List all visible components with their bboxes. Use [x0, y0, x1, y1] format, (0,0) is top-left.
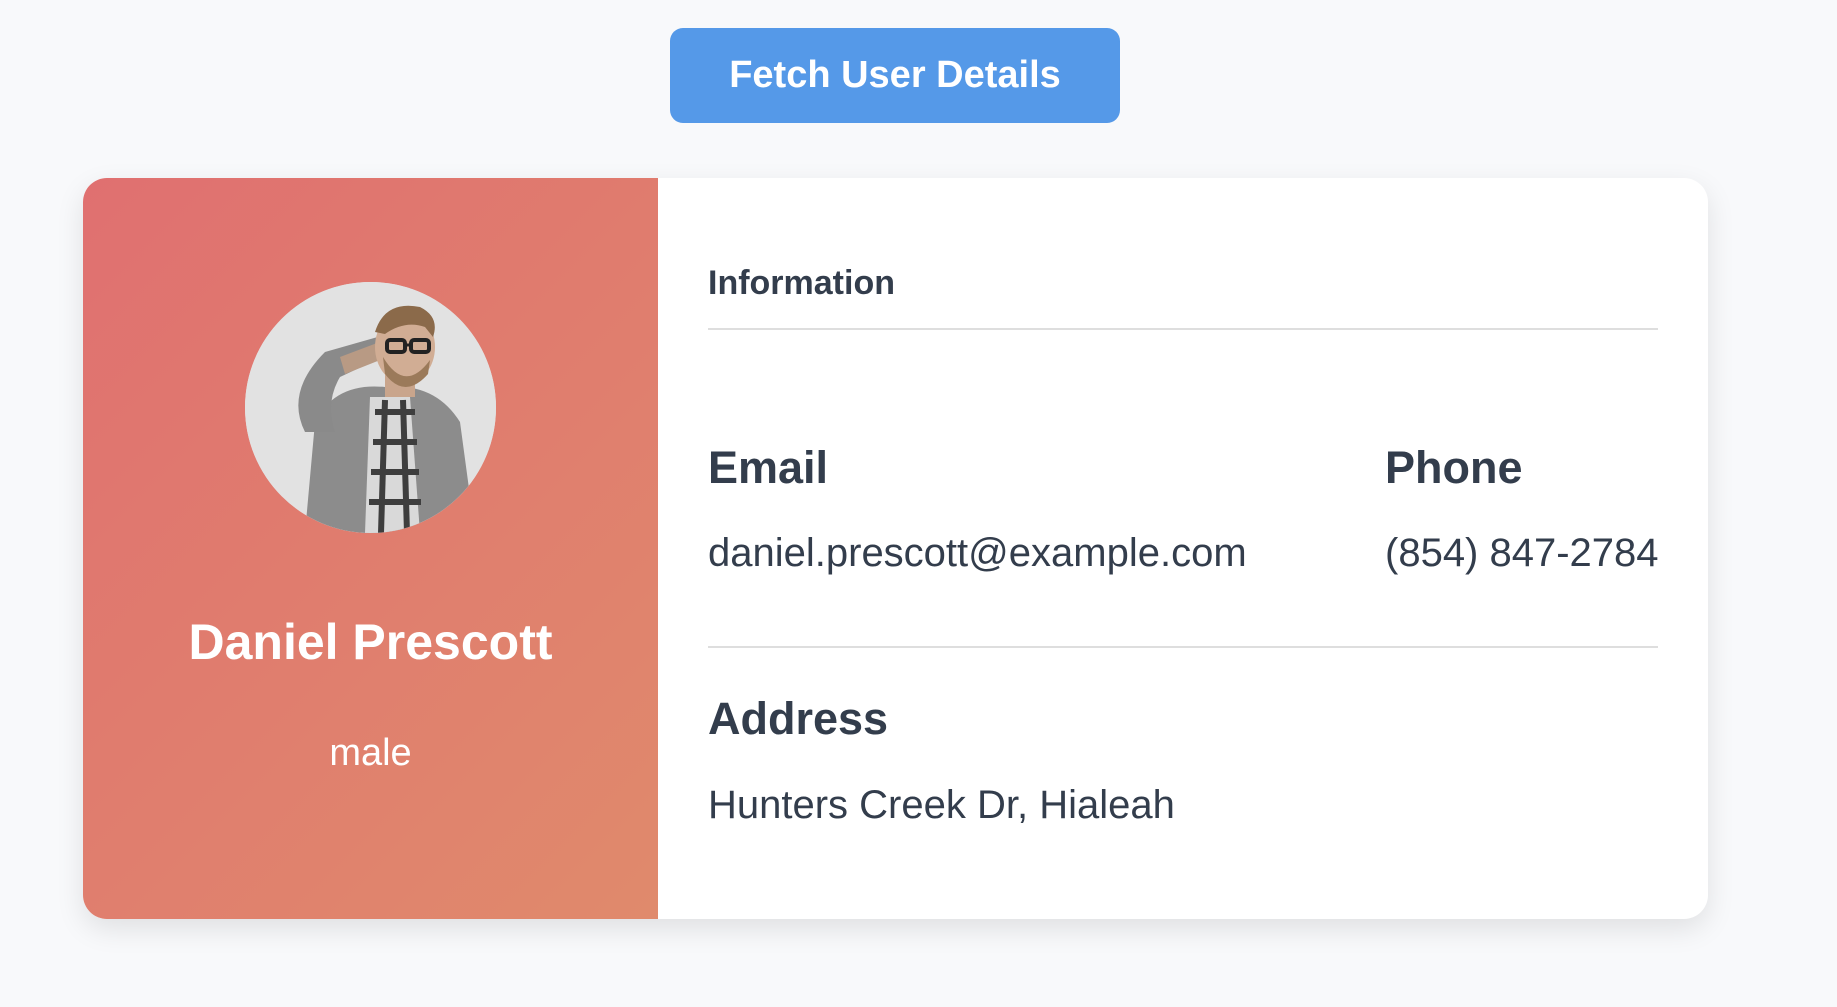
profile-panel: Daniel Prescott male	[83, 178, 658, 919]
address-value: Hunters Creek Dr, Hialeah	[708, 783, 1175, 827]
user-gender: male	[329, 732, 412, 774]
user-photo-icon	[245, 282, 496, 533]
info-panel: Information Email daniel.prescott@exampl…	[658, 178, 1708, 919]
user-name: Daniel Prescott	[188, 614, 553, 670]
avatar	[245, 282, 496, 533]
phone-value: (854) 847-2784	[1385, 531, 1659, 575]
email-label: Email	[708, 442, 829, 493]
email-value: daniel.prescott@example.com	[708, 531, 1247, 575]
address-label: Address	[708, 693, 889, 744]
divider	[708, 328, 1658, 330]
user-card: Daniel Prescott male Information Email d…	[83, 178, 1708, 919]
divider	[708, 646, 1658, 648]
fetch-user-details-button[interactable]: Fetch User Details	[670, 28, 1120, 123]
phone-label: Phone	[1385, 442, 1523, 493]
section-title: Information	[708, 264, 895, 302]
